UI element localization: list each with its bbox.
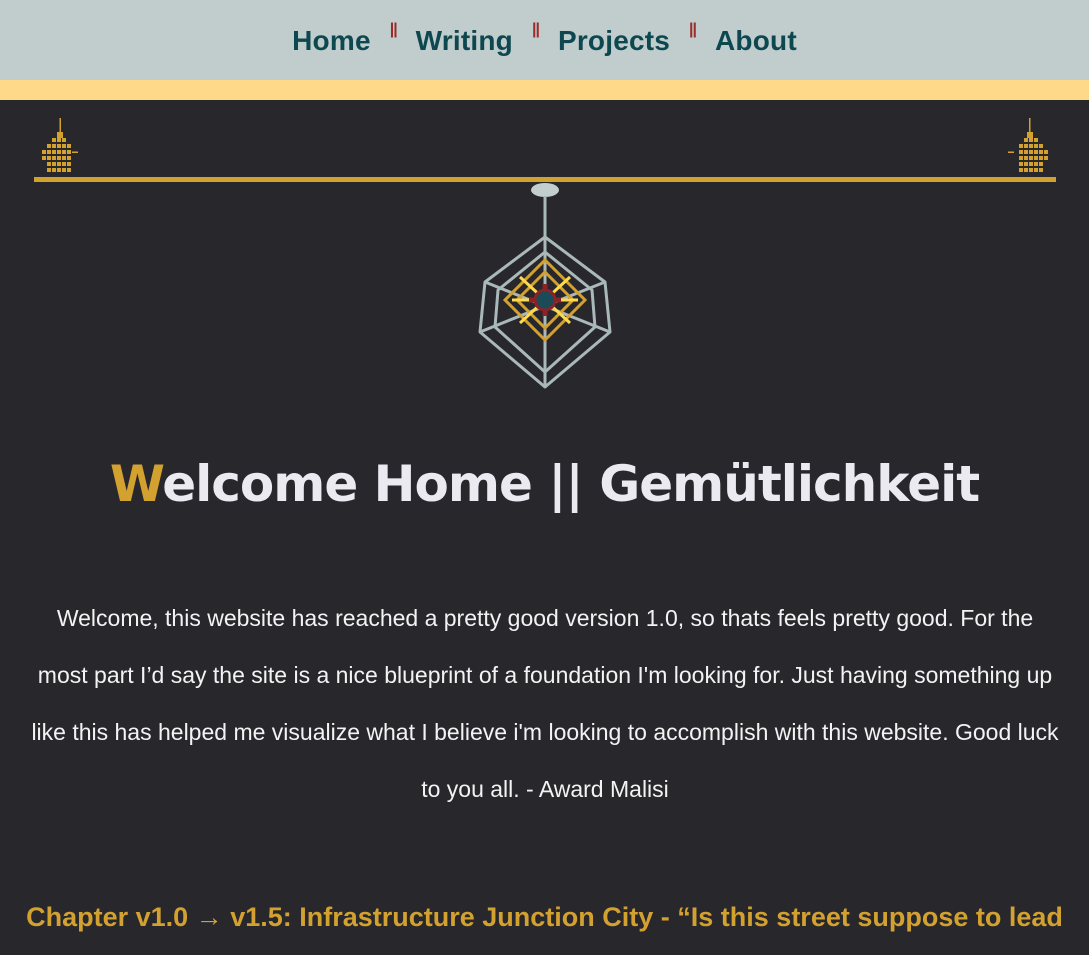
nav-item-writing: Writing ||: [416, 21, 558, 57]
chapter-heading: Chapter v1.0 → v1.5: Infrastructure Junc…: [26, 902, 1063, 932]
top-navigation: Home || Writing || Projects || About: [0, 0, 1089, 80]
nav-link-about[interactable]: About: [715, 23, 797, 57]
nav-link-home[interactable]: Home: [292, 23, 371, 57]
nav-item-projects: Projects ||: [558, 21, 715, 57]
art-deco-tower-icon: [42, 118, 78, 172]
nav-item-home: Home ||: [292, 21, 416, 57]
page-title: Welcome Home || Gemütlichkeit: [0, 455, 1089, 513]
geometric-chandelier-icon: [478, 183, 612, 389]
nav-item-about: About: [715, 23, 797, 57]
art-deco-tower-icon: [1008, 118, 1048, 172]
title-initial-letter: W: [109, 455, 163, 513]
nav-separator: ||: [531, 21, 540, 38]
intro-paragraph: Welcome, this website has reached a pret…: [31, 605, 1059, 802]
nav-separator: ||: [689, 21, 697, 38]
nav-link-projects[interactable]: Projects: [558, 23, 670, 57]
title-text: elcome Home || Gemütlichkeit: [162, 455, 980, 513]
nav-link-writing[interactable]: Writing: [416, 23, 513, 57]
header-ribbon: [0, 80, 1089, 100]
nav-separator: ||: [389, 21, 398, 38]
